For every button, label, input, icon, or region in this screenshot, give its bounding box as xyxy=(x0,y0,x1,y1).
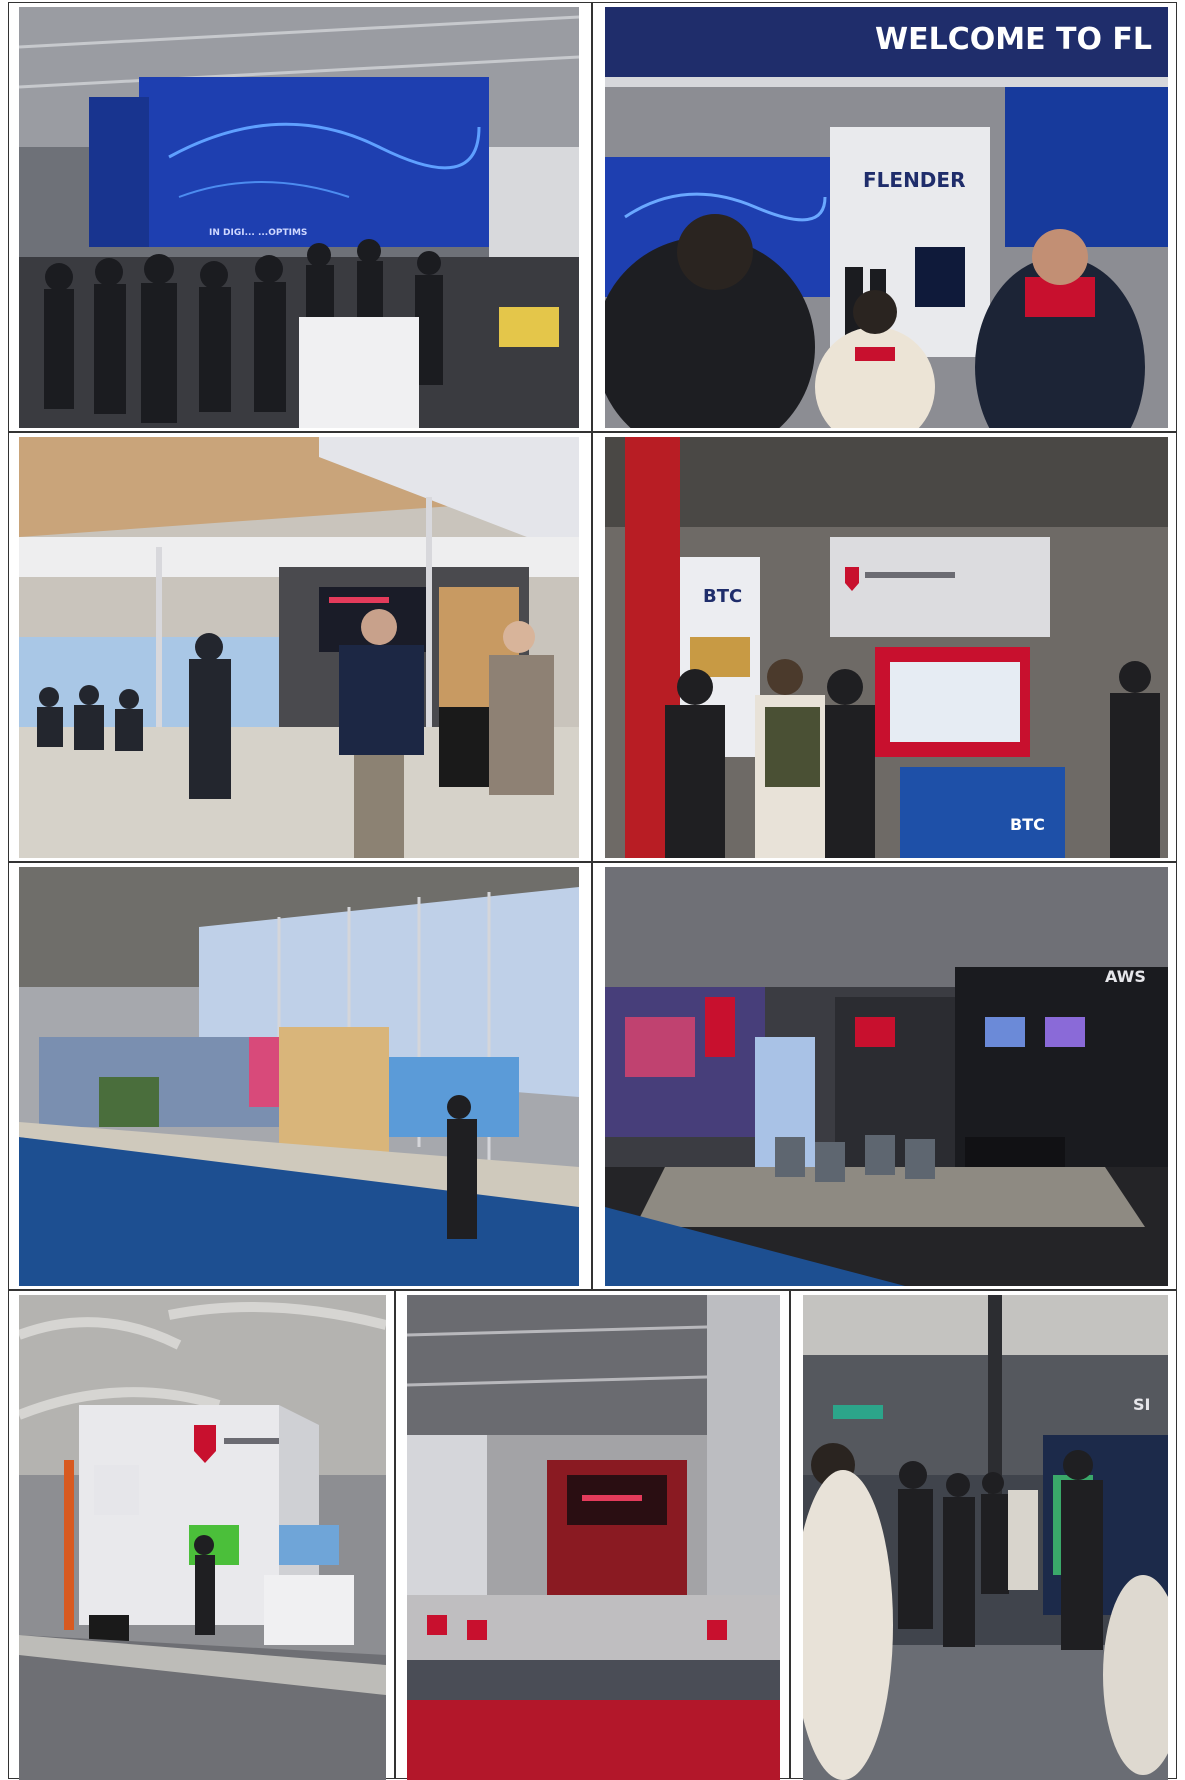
welcome-banner-text: WELCOME TO FL xyxy=(875,22,1152,57)
grid-cell-3 xyxy=(8,432,592,862)
flender-logo-text: FLENDER xyxy=(863,168,965,192)
grid-cell-2: WELCOME TO FL FLENDER xyxy=(592,2,1177,432)
aws-sign-text: AWS xyxy=(1105,967,1146,986)
photo-flender-booth: WELCOME TO FL FLENDER xyxy=(605,7,1168,428)
grid-cell-5 xyxy=(8,862,592,1290)
photo-seminar-stage xyxy=(19,437,579,858)
photo-niedersachsen-btc-booth: BTC BTC xyxy=(605,437,1168,858)
grid-cell-8 xyxy=(395,1290,790,1780)
grid-cell-6: AWS xyxy=(592,862,1177,1290)
grid-cell-4: BTC BTC xyxy=(592,432,1177,862)
grid-cell-9: SI xyxy=(790,1290,1177,1780)
grid-cell-1: IN DIGI... ...OPTIMS xyxy=(8,2,592,432)
btc-sign-text: BTC xyxy=(703,586,742,607)
led-caption: IN DIGI... ...OPTIMS xyxy=(209,228,307,238)
photo-collage-grid: IN DIGI... ...OPTIMS WELCOME TO FL FLEND… xyxy=(0,0,1185,1780)
btc-counter-text: BTC xyxy=(1010,815,1045,834)
photo-hall-aisle-blue-carpet xyxy=(19,867,579,1286)
photo-dark-lounge-booth: AWS xyxy=(605,867,1168,1286)
photo-visitors-dark-hall: SI xyxy=(803,1295,1168,1780)
grid-cell-7 xyxy=(8,1290,395,1780)
photo-exhibition-crowd-led-screen: IN DIGI... ...OPTIMS xyxy=(19,7,579,428)
photo-niedersachsen-cube-booth xyxy=(19,1295,386,1780)
si-sign-text: SI xyxy=(1133,1395,1150,1414)
photo-red-stage-red-carpet xyxy=(407,1295,780,1780)
